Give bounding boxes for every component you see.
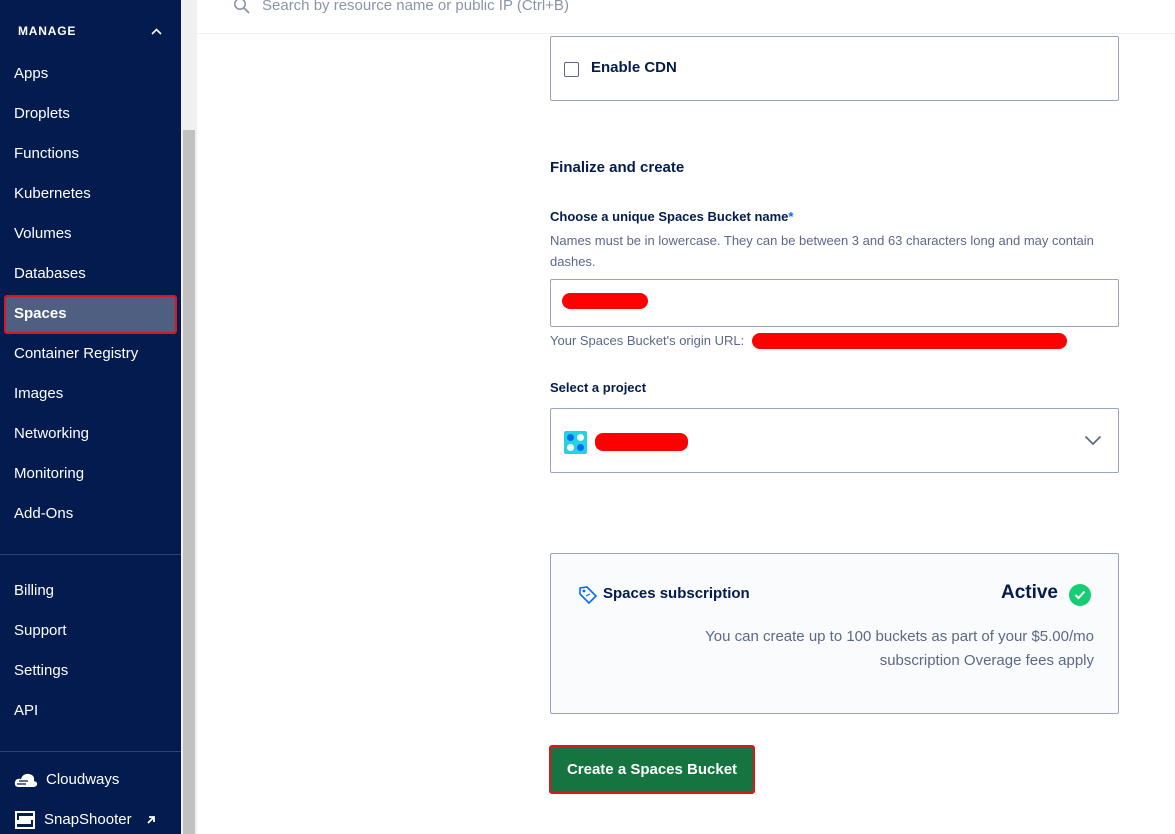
sidebar-item-databases[interactable]: Databases bbox=[14, 263, 86, 285]
subscription-title: Spaces subscription bbox=[603, 585, 750, 602]
enable-cdn-label: Enable CDN bbox=[591, 59, 677, 76]
origin-url-label: Your Spaces Bucket's origin URL: bbox=[550, 333, 745, 348]
subscription-status: Active bbox=[1000, 582, 1058, 603]
sidebar-item-monitoring[interactable]: Monitoring bbox=[14, 463, 84, 485]
redaction-mark bbox=[752, 333, 1067, 349]
bucket-name-field[interactable] bbox=[550, 279, 1119, 327]
finalize-section-title: Finalize and create bbox=[550, 159, 685, 176]
cloudways-label: Cloudways bbox=[46, 771, 120, 788]
create-bucket-button[interactable]: Create a Spaces Bucket bbox=[549, 745, 755, 794]
sidebar-item-kubernetes[interactable]: Kubernetes bbox=[14, 183, 91, 205]
external-link-icon bbox=[146, 815, 156, 825]
sidebar-item-functions[interactable]: Functions bbox=[14, 143, 79, 165]
sidebar-item-images[interactable]: Images bbox=[14, 383, 63, 405]
chevron-up-icon bbox=[151, 24, 162, 38]
sidebar-item-spaces[interactable]: Spaces bbox=[14, 303, 67, 325]
sidebar-item-support[interactable]: Support bbox=[14, 620, 67, 642]
project-select[interactable] bbox=[550, 408, 1119, 473]
chevron-down-icon bbox=[1084, 433, 1102, 451]
bucket-name-label: Choose a unique Spaces Bucket name* bbox=[550, 209, 793, 224]
manage-section-toggle[interactable]: MANAGE bbox=[18, 24, 168, 40]
check-circle-icon bbox=[1069, 584, 1091, 606]
sidebar-item-droplets[interactable]: Droplets bbox=[14, 103, 70, 125]
sidebar-item-apps[interactable]: Apps bbox=[14, 63, 48, 85]
search-input[interactable] bbox=[262, 0, 762, 16]
sidebar-divider bbox=[0, 751, 181, 752]
sidebar-item-settings[interactable]: Settings bbox=[14, 660, 68, 682]
spaces-subscription-card: Spaces subscription Active You can creat… bbox=[550, 553, 1119, 714]
redaction-mark bbox=[562, 293, 648, 309]
project-label: Select a project bbox=[550, 380, 647, 395]
search-icon bbox=[233, 0, 251, 20]
price-tag-icon bbox=[578, 585, 598, 610]
subscription-note: You can create up to 100 buckets as part… bbox=[705, 628, 1094, 669]
sidebar-item-add-ons[interactable]: Add-Ons bbox=[14, 503, 73, 525]
cloudways-icon bbox=[14, 772, 38, 788]
sidebar-item-snapshooter[interactable]: SnapShooter bbox=[14, 809, 156, 831]
sidebar-scrollbar-thumb[interactable] bbox=[183, 130, 195, 834]
redaction-mark bbox=[595, 433, 688, 451]
sidebar-item-volumes[interactable]: Volumes bbox=[14, 223, 72, 245]
sidebar-item-billing[interactable]: Billing bbox=[14, 580, 54, 602]
sidebar-item-networking[interactable]: Networking bbox=[14, 423, 89, 445]
sidebar-divider bbox=[0, 554, 181, 555]
snapshooter-label: SnapShooter bbox=[44, 811, 132, 828]
project-icon bbox=[564, 431, 587, 454]
required-mark: * bbox=[788, 209, 794, 224]
sidebar-item-container-registry[interactable]: Container Registry bbox=[14, 343, 138, 365]
manage-section-label: MANAGE bbox=[18, 24, 77, 38]
sidebar-item-cloudways[interactable]: Cloudways bbox=[14, 769, 119, 791]
bucket-name-label-text: Choose a unique Spaces Bucket name bbox=[550, 209, 789, 224]
bucket-name-help: Names must be in lowercase. They can be … bbox=[550, 233, 1094, 269]
sidebar-item-api[interactable]: API bbox=[14, 700, 38, 722]
snapshooter-icon bbox=[14, 810, 36, 830]
cdn-option-card[interactable]: Enable CDN bbox=[550, 36, 1119, 101]
sidebar: MANAGE Apps Droplets Functions Kubernete… bbox=[0, 0, 181, 834]
enable-cdn-checkbox[interactable] bbox=[564, 62, 579, 77]
